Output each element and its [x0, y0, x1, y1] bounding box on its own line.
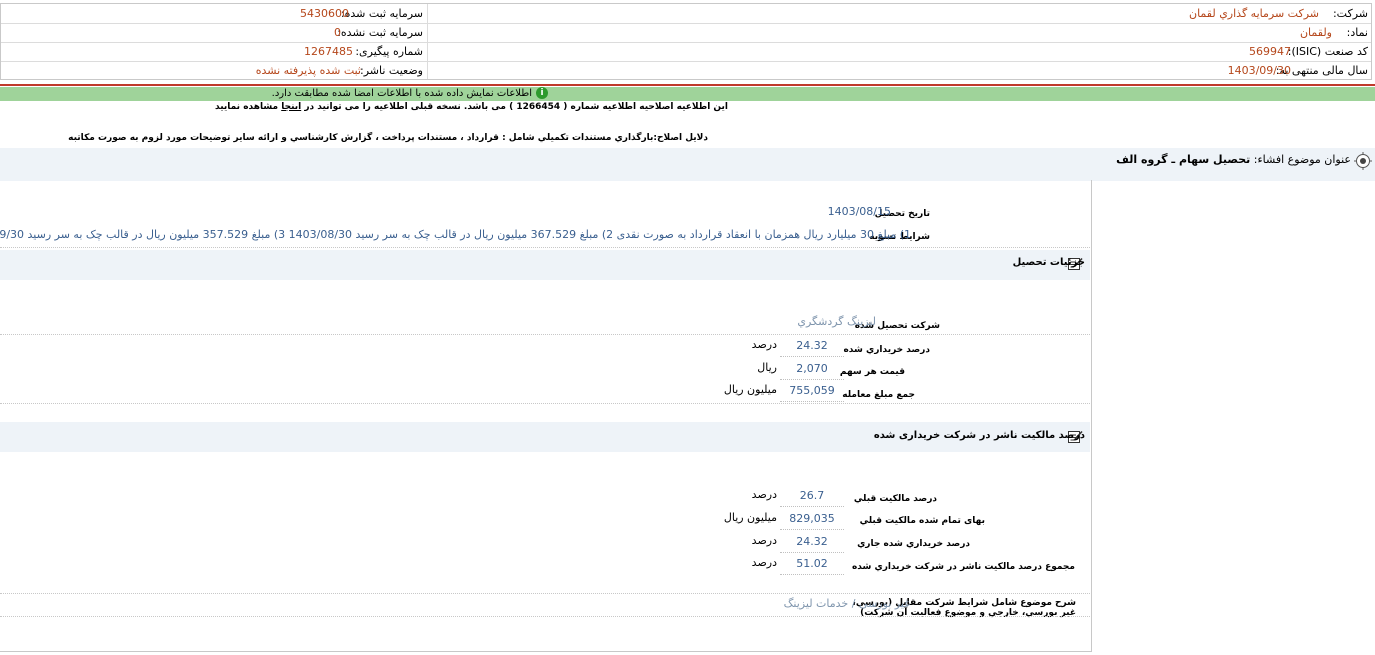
details-section-title: جزئیات تحصیل — [1012, 257, 1085, 268]
target-icon — [1354, 152, 1372, 170]
correction-notice-text-end: مشاهده نمایید — [215, 102, 279, 112]
divider — [0, 403, 1090, 404]
deal-total-unit: میلیون ریال — [723, 383, 777, 396]
divider — [0, 616, 1090, 617]
percent-purchased-value: 24.32 — [780, 336, 844, 357]
deal-total-label: جمع مبلغ معامله — [842, 390, 915, 400]
ownership-section-title: درصد مالکیت ناشر در شرکت خریداری شده — [873, 430, 1085, 441]
prev-cost-unit: میلیون ریال — [723, 511, 777, 524]
tracking-label: شماره پیگیری: — [355, 45, 423, 58]
registered-capital-label: سرمايه ثبت شده: — [340, 7, 423, 20]
info-icon: i — [536, 87, 548, 99]
correction-notice: این اطلاعیه اصلاحیه اطلاعیه شماره ( 1266… — [215, 102, 728, 112]
isic-label: کد صنعت (ISIC): — [1287, 45, 1368, 58]
tracking-value: 1267485 — [304, 45, 353, 58]
current-purchase-label: درصد خريداري شده جاري — [857, 539, 970, 549]
total-ownership-unit: درصد — [751, 556, 777, 569]
signed-notice-text: اطلاعات نمایش داده شده با اطلاعات امضا ش… — [271, 88, 532, 99]
prev-cost-value: 829,035 — [780, 509, 844, 530]
acquisition-date-value: 1403/08/15 — [827, 205, 891, 218]
publisher-status-value: ثبت شده پذیرفته نشده — [255, 64, 361, 77]
fiscal-year-value: 1403/09/30 — [1227, 64, 1291, 77]
current-purchase-unit: درصد — [751, 534, 777, 547]
company-value: شرکت سرمايه گذاري لقمان — [1189, 7, 1319, 20]
signed-notice: i اطلاعات نمایش داده شده با اطلاعات امضا … — [272, 87, 548, 101]
prev-ownership-unit: درصد — [751, 488, 777, 501]
prev-ownership-value: 26.7 — [780, 486, 844, 507]
publisher-status-label: وضعیت ناشر: — [360, 64, 423, 77]
total-ownership-label: مجموع درصد مالکيت ناشر در شرکت خريداري ش… — [851, 562, 1075, 572]
share-price-label: قیمت هر سهم — [839, 367, 905, 377]
divider — [0, 247, 1090, 248]
previous-version-link[interactable]: اینجا — [281, 102, 301, 112]
correction-notice-text: این اطلاعیه اصلاحیه اطلاعیه شماره ( 1266… — [304, 102, 728, 112]
share-price-value: 2,070 — [780, 359, 844, 380]
prev-ownership-label: درصد مالکيت قبلي — [853, 494, 937, 504]
company-label: شرکت: — [1332, 7, 1368, 20]
description-value: غیر بورسی / خدمات لیزینگ — [783, 597, 910, 610]
settlement-terms-value: 1) مبلغ 30 میلیارد ریال همزمان با انعقاد… — [0, 228, 911, 241]
current-purchase-value: 24.32 — [780, 532, 844, 553]
deal-total-value: 755,059 — [780, 381, 844, 402]
details-section-band — [0, 250, 1090, 280]
page-title: عنوان موضوع افشاء: تحصیل سهام ـ گروه الف — [1116, 153, 1351, 167]
share-price-unit: ریال — [757, 361, 777, 374]
table-row: شرکت: شرکت سرمايه گذاري لقمان سرمايه ثبت… — [1, 4, 1371, 24]
total-ownership-value: 51.02 — [780, 554, 844, 575]
title-value: تحصیل سهام ـ گروه الف — [1116, 153, 1251, 166]
table-row: کد صنعت (ISIC): 569947 شماره پیگیری: 126… — [1, 42, 1371, 62]
title-label: عنوان موضوع افشاء: — [1253, 153, 1351, 166]
acquired-company-value: ليزينگ گردشگري — [797, 315, 876, 328]
unregistered-capital-value: 0 — [334, 26, 341, 39]
divider — [0, 334, 1090, 335]
divider — [0, 593, 1090, 594]
signed-notice-bar: i اطلاعات نمایش داده شده با اطلاعات امضا … — [0, 87, 1375, 101]
table-row: سال مالی منتهی به: 1403/09/30 وضعیت ناشر… — [1, 61, 1371, 80]
percent-purchased-unit: درصد — [751, 338, 777, 351]
isic-value: 569947 — [1249, 45, 1291, 58]
prev-cost-label: بهای تمام شده مالکيت قبلي — [859, 516, 985, 526]
percent-purchased-label: درصد خريداري شده — [843, 345, 930, 355]
symbol-value: ولقمان — [1299, 26, 1332, 39]
separator-line — [0, 84, 1375, 86]
registered-capital-value: 5430600 — [300, 7, 349, 20]
correction-reasons: دلایل اصلاح:بارگذاري مستندات تکميلي شامل… — [68, 133, 708, 143]
table-row: نماد: ولقمان سرمايه ثبت نشده: 0 — [1, 23, 1371, 43]
unregistered-capital-label: سرمايه ثبت نشده: — [337, 26, 423, 39]
company-info-table: شرکت: شرکت سرمايه گذاري لقمان سرمايه ثبت… — [0, 3, 1372, 80]
symbol-label: نماد: — [1346, 26, 1368, 39]
